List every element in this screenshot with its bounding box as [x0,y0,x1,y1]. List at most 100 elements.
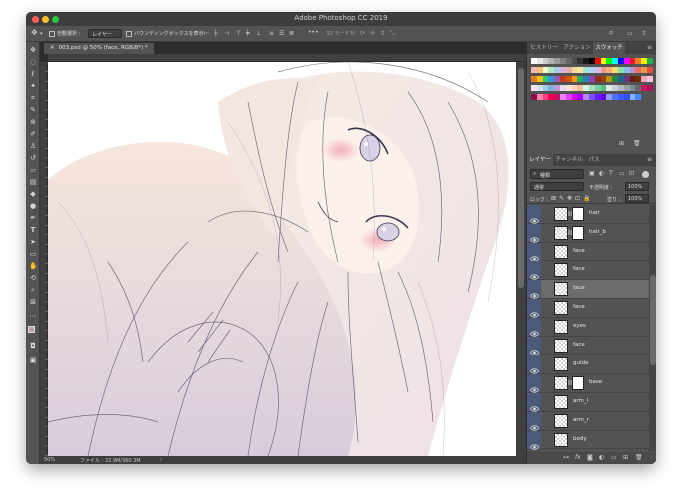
align-bottom-icon[interactable]: ⊥ [256,30,261,38]
close-tab-icon[interactable]: ✕ [50,45,55,51]
vertical-scrollbar[interactable] [516,62,526,456]
eye-icon[interactable] [530,285,539,299]
3d-scale-icon[interactable]: ⤡ [390,30,395,38]
layer-row[interactable]: ⛓ base [527,374,649,393]
filter-shape-icon[interactable]: ▭ [619,170,625,178]
history-brush-tool-icon[interactable]: ↺ [29,154,37,162]
3d-rotate-icon[interactable]: ↻ [350,30,355,38]
new-group-icon[interactable]: ▭ [611,454,617,462]
eye-icon[interactable] [530,266,539,281]
layer-thumbnail[interactable] [554,376,568,391]
move-tool-icon[interactable]: ✥ [31,29,38,37]
tab-paths[interactable]: パス [585,154,603,166]
eye-icon[interactable] [530,323,539,337]
filter-toggle[interactable] [642,171,649,178]
eye-icon[interactable] [530,379,539,393]
new-layer-icon[interactable]: ⊞ [623,454,628,462]
filter-type-icon[interactable]: T [609,170,613,178]
lock-all-icon[interactable]: 🔒 [583,195,590,203]
delete-layer-icon[interactable]: 🗑 [635,454,643,462]
search-icon[interactable]: ⌕ [609,29,613,37]
eye-icon[interactable] [530,436,539,450]
layer-thumbnail[interactable] [554,357,568,372]
eye-icon[interactable] [530,398,539,412]
align-middle-icon[interactable]: ╪ [246,30,250,38]
layer-row[interactable]: ⛓ hair [527,205,649,224]
blur-tool-icon[interactable]: ◆ [29,190,37,198]
artboard-canvas[interactable] [48,62,516,456]
magic-wand-tool-icon[interactable]: ✦ [29,82,37,90]
color-swatch[interactable] [647,58,653,64]
tab-channels[interactable]: チャンネル [553,154,585,166]
new-swatch-icon[interactable]: ⊞ [619,140,624,148]
eye-icon[interactable] [530,210,539,224]
clone-stamp-tool-icon[interactable]: ♙ [29,142,37,150]
panel-menu-icon[interactable]: ≡ [647,156,652,164]
zoom-level[interactable]: 50% [44,457,55,463]
brush-tool-icon[interactable]: ✐ [29,130,37,138]
lock-image-icon[interactable]: ✎ [559,195,564,203]
quick-mask-icon[interactable]: ◘ [29,342,37,350]
kind-filter-dropdown[interactable]: ⌕ 種類 [530,169,584,179]
layer-row[interactable]: body [527,430,649,450]
more-tools-icon[interactable]: ⋯ [29,312,37,320]
eyedropper-tool-icon[interactable]: ✎ [29,106,37,114]
adjustment-layer-icon[interactable]: ◐ [599,454,604,462]
align-center-icon[interactable]: ┼ [214,30,218,38]
auto-select-target-dropdown[interactable]: レイヤー [88,29,122,38]
show-transform-checkbox[interactable] [126,31,132,37]
delete-swatch-icon[interactable]: 🗑 [633,140,641,148]
tab-history[interactable]: ヒストリー [527,42,561,54]
layer-thumbnail[interactable] [554,338,568,353]
layer-thumbnail[interactable] [554,263,568,278]
lasso-tool-icon[interactable]: ℓ [29,70,37,78]
3d-slide-icon[interactable]: ⇕ [380,30,385,38]
filter-adjustment-icon[interactable]: ◐ [599,170,604,178]
lock-transparent-icon[interactable]: ⊠ [551,195,556,203]
frame-tool-icon[interactable]: ⊠ [29,298,37,306]
layer-thumbnail[interactable] [554,395,568,409]
zoom-tool-icon[interactable]: ⌕ [29,286,37,294]
distribute-middle-icon[interactable]: ☰ [279,30,284,38]
color-swatch[interactable] [647,85,653,91]
layer-thumbnail[interactable] [554,244,568,259]
crop-tool-icon[interactable]: ⌗ [29,94,37,102]
add-mask-icon[interactable]: ◙ [587,454,593,462]
lock-artboard-icon[interactable]: ⊡ [575,195,580,203]
blend-mode-dropdown[interactable]: 通常 [530,182,584,191]
marquee-tool-icon[interactable]: ◌ [29,58,37,66]
layers-scrollbar[interactable] [649,205,656,451]
layer-thumbnail[interactable] [554,225,568,240]
layer-thumbnail[interactable] [554,207,568,221]
link-layers-icon[interactable]: ⊶ [563,454,569,462]
eye-icon[interactable] [530,360,539,375]
layer-thumbnail[interactable] [554,432,568,447]
filter-pixel-icon[interactable]: ▣ [589,170,595,178]
document-tab[interactable]: ✕ 003.psd @ 50% (face, RGB/8*) * [44,43,154,54]
tab-actions[interactable]: アクション [561,42,593,54]
color-swatch[interactable] [647,67,653,73]
layer-mask-thumbnail[interactable] [572,376,584,391]
layers-scroll-thumb[interactable] [650,275,656,365]
shape-tool-icon[interactable]: ▭ [29,250,37,258]
color-swatch[interactable] [635,94,642,100]
layer-thumbnail[interactable] [554,413,568,428]
3d-pan-icon[interactable]: ✣ [370,30,375,38]
status-expand-icon[interactable]: › [160,457,162,463]
eye-icon[interactable] [530,342,539,356]
layer-row[interactable]: ⛓ hair_b [527,223,649,243]
align-right-icon[interactable]: ⊣ [224,30,229,38]
lock-position-icon[interactable]: ✥ [567,195,572,203]
layer-row[interactable]: face [527,261,649,281]
layer-row[interactable]: face [527,280,649,299]
layer-row[interactable]: face [527,336,649,356]
eye-icon[interactable] [530,304,539,318]
3d-roll-icon[interactable]: ⟳ [360,30,365,38]
tab-swatches[interactable]: スウォッチ [593,42,625,54]
align-left-icon[interactable]: ⊢ [204,30,209,38]
layer-row[interactable]: face [527,242,649,262]
layer-thumbnail[interactable] [554,282,568,297]
layer-thumbnail[interactable] [554,319,568,334]
healing-brush-tool-icon[interactable]: ⊕ [29,118,37,126]
foreground-color-swatch[interactable] [28,326,35,333]
